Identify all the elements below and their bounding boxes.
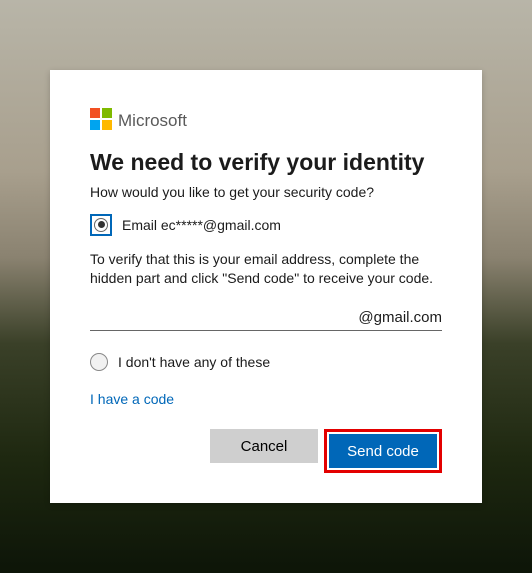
- option-none-radio[interactable]: I don't have any of these: [90, 353, 442, 371]
- email-hidden-part-input[interactable]: [90, 305, 358, 326]
- microsoft-logo-icon: [90, 108, 112, 135]
- instructions-text: To verify that this is your email addres…: [90, 250, 442, 288]
- action-buttons: Cancel Send code: [90, 429, 442, 473]
- radio-selected-icon: [90, 214, 112, 236]
- cancel-button[interactable]: Cancel: [210, 429, 318, 463]
- option-email-radio[interactable]: Email ec*****@gmail.com: [90, 214, 442, 236]
- option-email-label: Email ec*****@gmail.com: [122, 217, 281, 233]
- option-none-label: I don't have any of these: [118, 354, 270, 370]
- page-title: We need to verify your identity: [90, 149, 442, 176]
- radio-unselected-icon: [90, 353, 108, 371]
- page-subtitle: How would you like to get your security …: [90, 184, 442, 200]
- email-input-row: @gmail.com: [90, 305, 442, 331]
- brand-name: Microsoft: [118, 111, 187, 131]
- send-code-highlight: Send code: [324, 429, 442, 473]
- send-code-button[interactable]: Send code: [329, 434, 437, 468]
- verify-identity-dialog: Microsoft We need to verify your identit…: [50, 70, 482, 504]
- brand-row: Microsoft: [90, 108, 442, 135]
- email-suffix: @gmail.com: [358, 309, 442, 326]
- have-code-link[interactable]: I have a code: [90, 391, 174, 407]
